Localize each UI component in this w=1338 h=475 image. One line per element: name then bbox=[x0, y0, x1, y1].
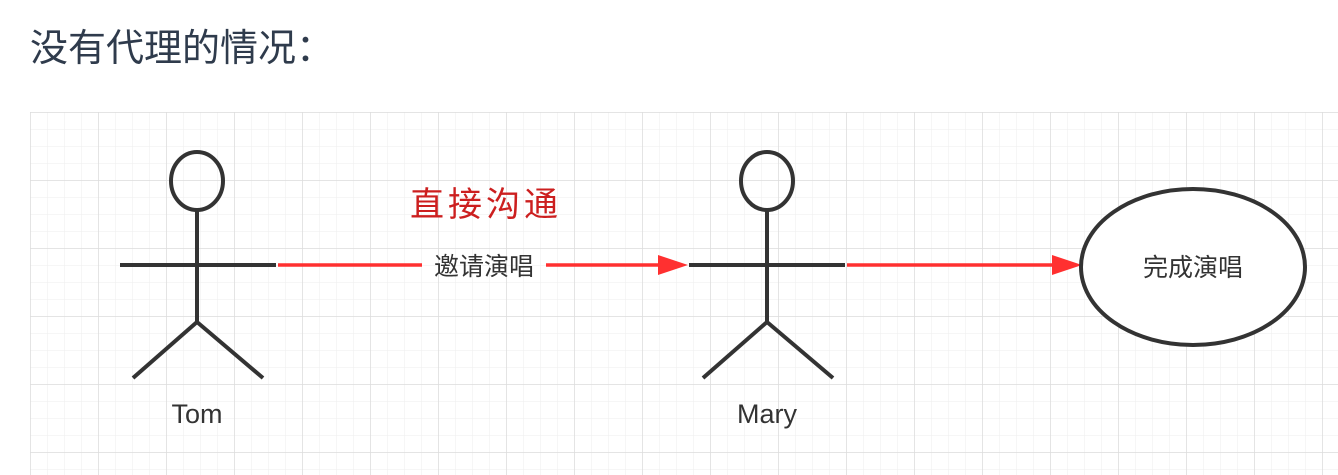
page-title: 没有代理的情况： bbox=[30, 26, 335, 70]
uml-diagram: Tom Mary 邀请演唱 直接沟通 完成演唱 bbox=[30, 112, 1338, 475]
actor-mary-name: Mary bbox=[737, 399, 797, 429]
message-label: 邀请演唱 bbox=[434, 252, 534, 281]
page: 没有代理的情况： Tom Mary 邀请演唱 直接沟通 完成演唱 bbox=[0, 0, 1338, 475]
annotation-direct-communication: 直接沟通 bbox=[410, 185, 562, 225]
actor-tom-name: Tom bbox=[171, 399, 222, 429]
result-label: 完成演唱 bbox=[1143, 253, 1243, 282]
diagram-canvas: Tom Mary 邀请演唱 直接沟通 完成演唱 bbox=[30, 112, 1338, 475]
